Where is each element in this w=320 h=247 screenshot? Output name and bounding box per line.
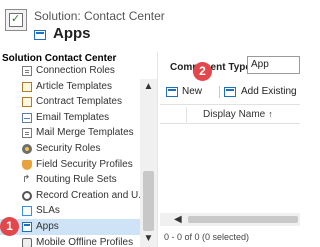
nav-item-label: Email Templates [36, 111, 110, 123]
component-type-select[interactable]: App [247, 56, 300, 74]
grid-body [160, 125, 300, 227]
nav-item-label: Mail Merge Templates [36, 127, 134, 139]
grid-header: Display Name ↑ [160, 104, 300, 124]
template-icon [22, 97, 32, 108]
mobile-icon [22, 237, 32, 247]
email-icon [22, 112, 32, 123]
nav-item-label: Article Templates [36, 80, 112, 92]
toolbar: New Add Existing [160, 82, 300, 102]
scroll-down-icon[interactable]: ▼ [140, 231, 157, 247]
nav-item-mail-merge-templates[interactable]: Mail Merge Templates [0, 125, 140, 141]
column-display-name[interactable]: Display Name ↑ [203, 105, 273, 124]
column-label: Display Name [203, 109, 266, 120]
step-marker-2: 2 [193, 62, 212, 81]
connection-roles-icon [22, 66, 32, 76]
new-icon [166, 87, 178, 97]
horizontal-scrollbar[interactable]: ◀ [160, 213, 300, 226]
component-panel: Component Type App New Add Existing Disp… [160, 52, 300, 247]
nav-item-label: Record Creation and U... [36, 189, 140, 201]
nav-item-record-creation[interactable]: Record Creation and U... [0, 188, 140, 204]
security-icon [22, 143, 32, 154]
nav-list: Connection Roles Article Templates Contr… [0, 65, 140, 247]
scroll-thumb[interactable] [188, 216, 298, 223]
nav-item-label: Contract Templates [36, 96, 122, 108]
nav-item-label: Mobile Offline Profiles [36, 236, 134, 247]
new-button[interactable]: New [166, 82, 202, 102]
page-title: Apps [53, 25, 91, 42]
step-marker-1: 1 [0, 217, 19, 236]
nav-item-connection-roles[interactable]: Connection Roles [0, 63, 140, 79]
nav-item-slas[interactable]: SLAs [0, 203, 140, 219]
scroll-thumb[interactable] [143, 171, 154, 231]
nav-item-article-templates[interactable]: Article Templates [0, 79, 140, 95]
page-header: ✓ Solution: Contact Center Apps [0, 0, 300, 48]
nav-item-security-roles[interactable]: Security Roles [0, 141, 140, 157]
toolbar-divider [219, 86, 220, 98]
template-icon [22, 81, 32, 92]
nav-scrollbar[interactable]: ▲ ▼ [140, 79, 157, 247]
record-count-status: 0 - 0 of 0 (0 selected) [164, 232, 250, 242]
routing-icon: ↱ [22, 174, 31, 186]
scroll-left-icon[interactable]: ◀ [174, 213, 186, 226]
add-existing-label: Add Existing [241, 86, 297, 97]
nav-item-field-security-profiles[interactable]: Field Security Profiles [0, 157, 140, 173]
nav-item-label: SLAs [36, 205, 60, 217]
document-icon [22, 128, 32, 139]
solution-navigation: Solution Contact Center Connection Roles… [0, 52, 158, 247]
scroll-up-icon[interactable]: ▲ [140, 79, 157, 95]
gear-icon [22, 190, 32, 201]
sort-ascending-icon: ↑ [268, 109, 273, 119]
shield-icon [22, 159, 32, 170]
solution-title: Solution: Contact Center [34, 9, 165, 23]
nav-item-label: Connection Roles [36, 65, 115, 76]
nav-item-email-templates[interactable]: Email Templates [0, 110, 140, 126]
solution-icon: ✓ [5, 9, 27, 31]
nav-item-label: Security Roles [36, 142, 101, 154]
add-existing-button[interactable]: Add Existing [224, 82, 297, 102]
nav-item-routing-rule-sets[interactable]: ↱ Routing Rule Sets [0, 172, 140, 188]
column-divider [186, 107, 187, 122]
sla-icon [22, 206, 32, 217]
new-button-label: New [182, 86, 203, 97]
nav-item-mobile-offline-profiles[interactable]: Mobile Offline Profiles [0, 235, 140, 247]
apps-icon [34, 30, 46, 40]
nav-item-label: Field Security Profiles [36, 158, 133, 170]
nav-item-label: Apps [36, 220, 59, 232]
apps-icon [22, 221, 32, 232]
nav-item-contract-templates[interactable]: Contract Templates [0, 94, 140, 110]
nav-item-apps[interactable]: Apps [0, 218, 140, 235]
add-existing-icon [224, 87, 236, 97]
nav-item-label: Routing Rule Sets [36, 174, 117, 186]
